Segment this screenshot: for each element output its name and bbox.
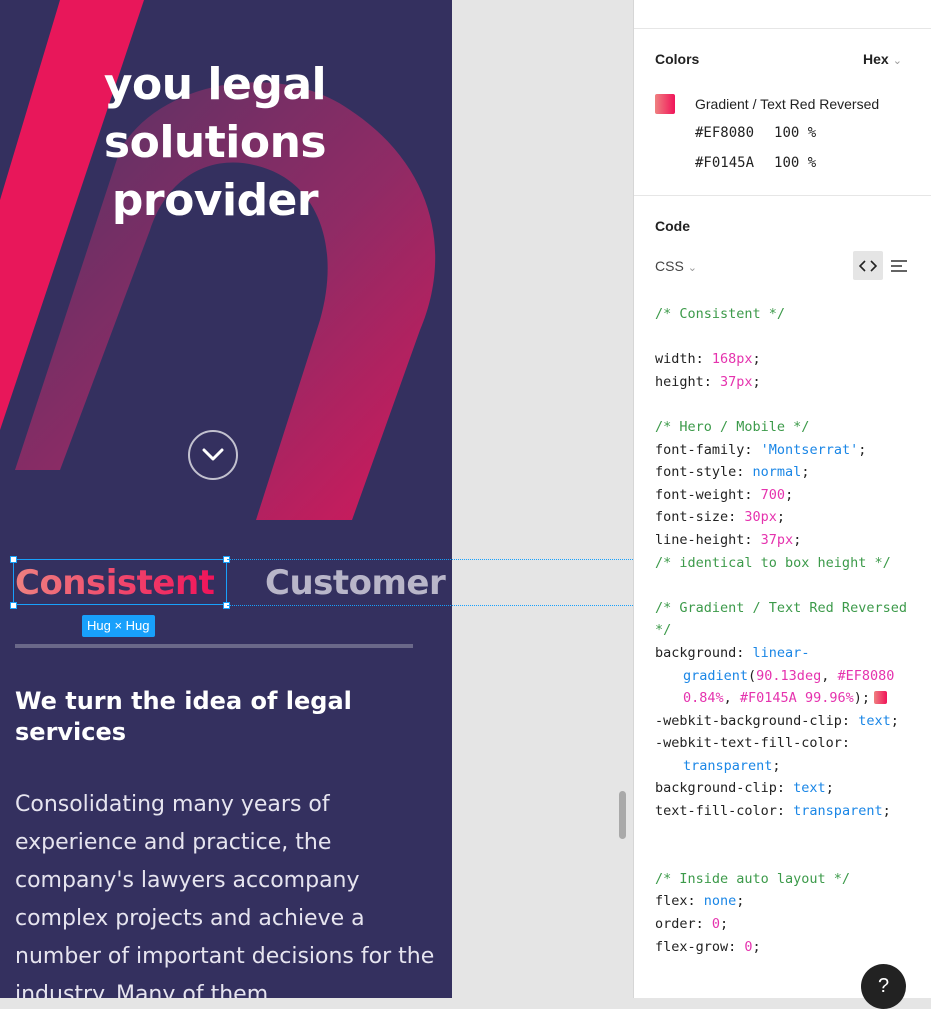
code-line: flex: none;: [655, 893, 745, 910]
guide-line-top: [227, 559, 633, 560]
code-line: -webkit-background-clip: text;: [655, 712, 899, 729]
resize-handle-top-left[interactable]: [10, 556, 17, 563]
selection-box[interactable]: [13, 559, 227, 605]
color-style-name[interactable]: Gradient / Text Red Reversed: [695, 96, 879, 112]
code-language-value: CSS: [655, 258, 684, 274]
help-button[interactable]: ?: [861, 964, 906, 1009]
code-line: /* identical to box height */: [655, 554, 891, 571]
code-title: Code: [655, 218, 690, 234]
code-line: font-style: normal;: [655, 464, 810, 481]
color-format-select[interactable]: Hex ⌄: [863, 51, 902, 67]
code-line: /* Inside auto layout */: [655, 870, 851, 887]
stop-opacity: 100 %: [774, 125, 817, 141]
hero-title-line: you legal: [103, 59, 327, 110]
code-line: width: 168px;: [655, 351, 761, 368]
canvas-scrollbar[interactable]: [619, 791, 626, 839]
code-view-button[interactable]: [853, 251, 883, 280]
divider: [634, 195, 931, 196]
section-heading: We turn the idea of legal services: [15, 687, 352, 746]
code-line: /* Hero / Mobile */: [655, 418, 810, 435]
mobile-frame[interactable]: you legal solutions provider Consistent …: [0, 0, 452, 998]
code-line: font-family: 'Montserrat';: [655, 441, 867, 458]
inspect-panel: Colors Hex ⌄ Gradient / Text Red Reversed…: [633, 0, 931, 1009]
section-body: Consolidating many years of experience a…: [15, 792, 435, 998]
tab-underline: [15, 644, 413, 648]
scroll-down-button[interactable]: [188, 430, 238, 480]
code-line: 0.84%, #F0145A 99.96%);: [655, 687, 920, 710]
code-line: font-size: 30px;: [655, 509, 786, 526]
guide-line-bottom: [227, 605, 633, 606]
gradient-swatch[interactable]: [655, 94, 675, 114]
code-language-select[interactable]: CSS ⌄: [655, 258, 697, 274]
chevron-down-icon: ⌄: [892, 55, 902, 67]
code-line: gradient(90.13deg, #EF8080: [683, 667, 895, 684]
colors-title: Colors: [655, 51, 700, 67]
color-format-value: Hex: [863, 51, 889, 67]
code-line: text-fill-color: transparent;: [655, 803, 891, 820]
gradient-stop[interactable]: #F0145A 100 %: [695, 155, 816, 171]
gradient-preview-swatch: [874, 691, 887, 705]
code-line: background-clip: text;: [655, 780, 834, 797]
code-line: /* Consistent */: [655, 306, 786, 322]
css-code-block[interactable]: /* Consistent */ width: 168px; height: 3…: [655, 303, 920, 958]
code-line: -webkit-text-fill-color:: [655, 735, 851, 752]
code-line: /* Gradient / Text Red Reversed: [655, 599, 907, 616]
code-line: line-height: 37px;: [655, 531, 802, 548]
tab-customer[interactable]: Customer: [265, 560, 446, 606]
resize-handle-bottom-left[interactable]: [10, 602, 17, 609]
hero-title: you legal solutions provider: [0, 56, 430, 230]
code-line: font-weight: 700;: [655, 486, 794, 503]
chevron-down-icon: [202, 448, 224, 461]
gradient-stop[interactable]: #EF8080 100 %: [695, 125, 816, 141]
code-line: background: linear-: [655, 644, 810, 661]
list-view-button[interactable]: [888, 251, 910, 280]
stop-hex: #F0145A: [695, 155, 755, 171]
code-brackets-icon: [859, 259, 877, 272]
code-line: transparent;: [683, 757, 781, 774]
code-line: */: [655, 622, 672, 639]
list-icon: [891, 259, 907, 272]
code-line: height: 37px;: [655, 373, 761, 390]
code-line: order: 0;: [655, 916, 729, 933]
hero-title-line: solutions: [103, 117, 327, 168]
stop-hex: #EF8080: [695, 125, 755, 141]
divider: [634, 28, 931, 29]
chevron-down-icon: ⌄: [687, 262, 698, 274]
size-label: Hug × Hug: [82, 615, 155, 637]
code-line: flex-grow: 0;: [655, 938, 761, 955]
stop-opacity: 100 %: [774, 155, 817, 171]
hero-title-line: provider: [111, 175, 319, 226]
